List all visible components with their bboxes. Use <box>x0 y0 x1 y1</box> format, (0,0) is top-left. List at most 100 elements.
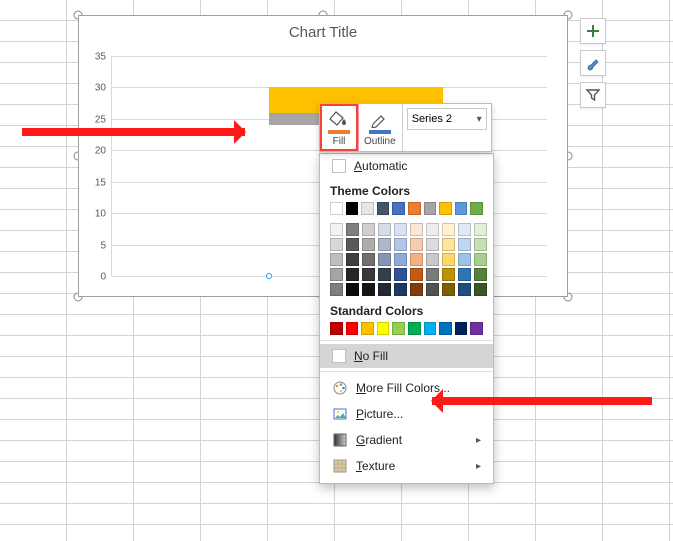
funnel-icon <box>585 87 601 103</box>
theme-swatch[interactable] <box>362 268 375 281</box>
standard-swatch[interactable] <box>330 322 343 335</box>
theme-swatch[interactable] <box>442 238 455 251</box>
chart-title[interactable]: Chart Title <box>79 24 567 41</box>
theme-swatch[interactable] <box>392 202 405 215</box>
bucket-icon <box>328 110 350 128</box>
theme-swatch[interactable] <box>458 253 471 266</box>
theme-swatch[interactable] <box>426 223 439 236</box>
menu-texture[interactable]: Texture ▸ <box>320 453 493 479</box>
theme-swatch[interactable] <box>378 238 391 251</box>
chart-styles-button[interactable] <box>580 50 606 76</box>
theme-swatch[interactable] <box>346 283 359 296</box>
standard-swatch[interactable] <box>377 322 390 335</box>
menu-gradient[interactable]: Gradient ▸ <box>320 427 493 453</box>
standard-swatch[interactable] <box>439 322 452 335</box>
series-combo[interactable]: Series 2 ▾ <box>407 108 487 130</box>
outline-label: Outline <box>364 136 396 147</box>
chevron-right-icon: ▸ <box>476 461 481 472</box>
standard-swatch[interactable] <box>424 322 437 335</box>
theme-swatch[interactable] <box>394 283 407 296</box>
brush-icon <box>585 55 601 71</box>
standard-swatch[interactable] <box>392 322 405 335</box>
theme-swatch[interactable] <box>362 223 375 236</box>
theme-swatch[interactable] <box>426 268 439 281</box>
theme-swatch[interactable] <box>424 202 437 215</box>
theme-swatch[interactable] <box>408 202 421 215</box>
theme-swatch[interactable] <box>346 223 359 236</box>
theme-swatch[interactable] <box>458 238 471 251</box>
theme-swatch[interactable] <box>442 223 455 236</box>
theme-swatch[interactable] <box>458 268 471 281</box>
standard-swatch[interactable] <box>470 322 483 335</box>
theme-swatch[interactable] <box>410 283 423 296</box>
theme-swatch[interactable] <box>474 268 487 281</box>
theme-swatch[interactable] <box>394 268 407 281</box>
standard-swatch[interactable] <box>408 322 421 335</box>
theme-swatch[interactable] <box>410 223 423 236</box>
theme-swatch[interactable] <box>426 283 439 296</box>
theme-swatch[interactable] <box>378 283 391 296</box>
theme-swatch[interactable] <box>458 223 471 236</box>
theme-swatch[interactable] <box>330 202 343 215</box>
chevron-down-icon: ▾ <box>477 114 482 125</box>
palette-icon <box>332 380 348 396</box>
theme-swatch[interactable] <box>362 238 375 251</box>
theme-swatch[interactable] <box>346 253 359 266</box>
theme-swatch[interactable] <box>410 268 423 281</box>
theme-swatch[interactable] <box>394 253 407 266</box>
theme-swatch[interactable] <box>426 238 439 251</box>
theme-swatch[interactable] <box>439 202 452 215</box>
theme-swatch[interactable] <box>346 268 359 281</box>
menu-no-fill[interactable]: No Fill <box>320 344 493 368</box>
theme-swatch[interactable] <box>470 202 483 215</box>
outline-dropdown-button[interactable]: Outline <box>358 104 402 151</box>
theme-swatch[interactable] <box>458 283 471 296</box>
theme-swatch[interactable] <box>361 202 374 215</box>
standard-swatch[interactable] <box>361 322 374 335</box>
fill-current-swatch <box>328 130 350 134</box>
fill-dropdown-button[interactable]: Fill <box>320 104 358 151</box>
theme-swatch[interactable] <box>377 202 390 215</box>
theme-swatch[interactable] <box>442 268 455 281</box>
ytick-10: 10 <box>95 209 106 220</box>
theme-swatch[interactable] <box>474 223 487 236</box>
standard-swatch[interactable] <box>455 322 468 335</box>
theme-swatch[interactable] <box>362 283 375 296</box>
theme-swatch[interactable] <box>474 283 487 296</box>
theme-swatch[interactable] <box>346 238 359 251</box>
theme-swatch[interactable] <box>362 253 375 266</box>
ytick-20: 20 <box>95 146 106 157</box>
theme-swatch[interactable] <box>410 238 423 251</box>
theme-swatch[interactable] <box>330 253 343 266</box>
theme-swatch[interactable] <box>442 283 455 296</box>
theme-swatch[interactable] <box>330 283 343 296</box>
ytick-5: 5 <box>100 240 106 251</box>
ytick-35: 35 <box>95 52 106 63</box>
annotation-arrow-to-nofill <box>432 397 652 405</box>
theme-swatch[interactable] <box>442 253 455 266</box>
theme-swatch[interactable] <box>474 238 487 251</box>
chart-filters-button[interactable] <box>580 82 606 108</box>
theme-swatch[interactable] <box>426 253 439 266</box>
chart-elements-button[interactable] <box>580 18 606 44</box>
theme-swatch[interactable] <box>346 202 359 215</box>
series-combo-value: Series 2 <box>412 113 452 125</box>
standard-swatch[interactable] <box>346 322 359 335</box>
menu-automatic[interactable]: Automatic <box>320 154 493 178</box>
annotation-arrow-to-bar <box>22 128 245 136</box>
theme-swatch[interactable] <box>378 253 391 266</box>
theme-swatch[interactable] <box>474 253 487 266</box>
theme-swatch[interactable] <box>394 223 407 236</box>
fill-label: Fill <box>333 136 346 147</box>
theme-swatch[interactable] <box>330 223 343 236</box>
ytick-25: 25 <box>95 114 106 125</box>
automatic-swatch <box>332 159 346 173</box>
theme-swatch[interactable] <box>330 268 343 281</box>
theme-swatch[interactable] <box>378 223 391 236</box>
theme-swatch[interactable] <box>394 238 407 251</box>
theme-swatch[interactable] <box>410 253 423 266</box>
theme-swatch[interactable] <box>378 268 391 281</box>
theme-swatch[interactable] <box>330 238 343 251</box>
theme-swatch[interactable] <box>455 202 468 215</box>
series-anchor[interactable] <box>266 273 272 279</box>
